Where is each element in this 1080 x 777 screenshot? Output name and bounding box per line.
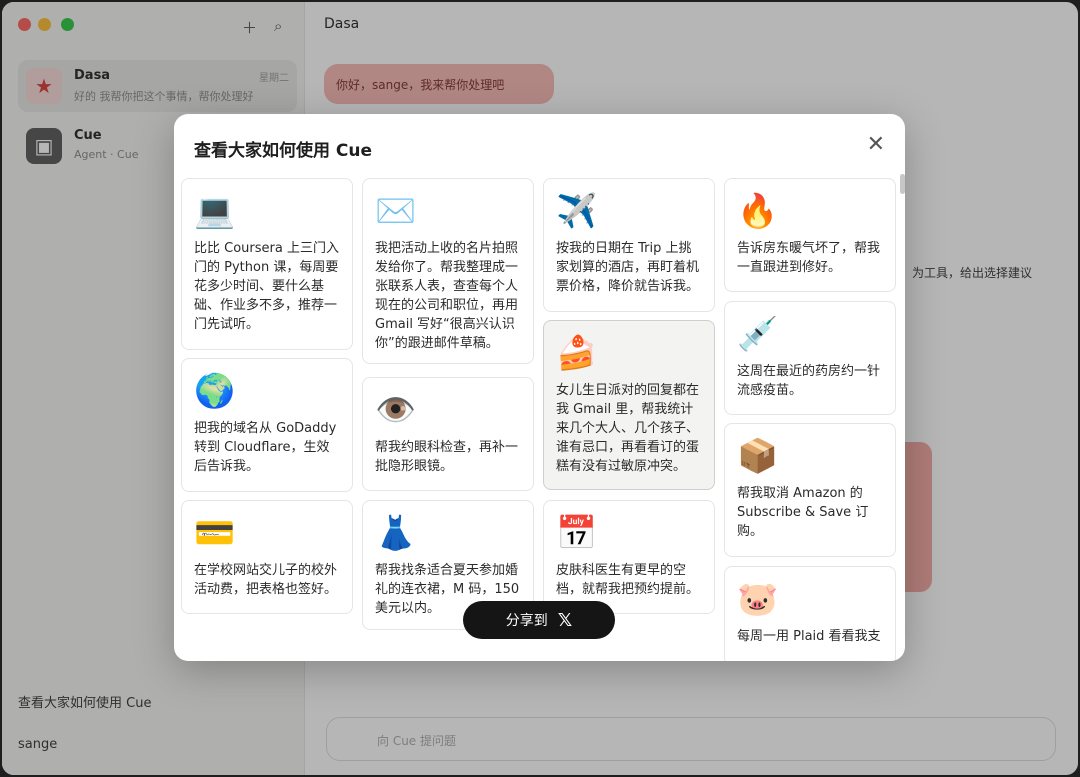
use-case-text: 这周在最近的药房约一针流感疫苗。 <box>737 364 881 398</box>
radiator-icon: 🔥 <box>737 191 779 230</box>
scrollbar[interactable] <box>900 174 905 194</box>
use-case-text: 女儿生日派对的回复都在我 Gmail 里，帮我统计来几个大人、几个孩子、谁有忌口… <box>556 383 700 474</box>
x-logo-icon: 𝕏 <box>557 609 573 631</box>
use-case-text: 帮我取消 Amazon 的 Subscribe & Save 订购。 <box>737 486 869 539</box>
use-case-card[interactable]: 🔥 告诉房东暖气坏了，帮我一直跟进到修好。 <box>724 178 896 292</box>
cake-icon: 🍰 <box>556 333 598 372</box>
use-case-card[interactable]: 👁️ 帮我约眼科检查，再补一批隐形眼镜。 <box>362 377 534 491</box>
use-case-text: 每周一用 Plaid 看看我支 <box>737 629 881 644</box>
share-label: 分享到 <box>505 613 548 629</box>
use-case-text: 比比 Coursera 上三门入门的 Python 课，每周要花多少时间、要什么… <box>194 241 339 332</box>
credit-card-icon: 💳 <box>194 513 236 552</box>
use-case-card[interactable]: 📅 皮肤科医生有更早的空档，就帮我把预约提前。 <box>543 500 715 614</box>
use-case-grid: 💻 比比 Coursera 上三门入门的 Python 课，每周要花多少时间、要什… <box>181 178 897 661</box>
airplane-icon: ✈️ <box>556 191 598 230</box>
use-case-card[interactable]: 💳 在学校网站交儿子的校外活动费，把表格也签好。 <box>181 500 353 614</box>
use-case-text: 把我的域名从 GoDaddy 转到 Cloudflare，生效后告诉我。 <box>194 421 337 474</box>
calendar-icon: 📅 <box>556 513 598 552</box>
use-cases-modal: 查看大家如何使用 Cue ✕ 💻 比比 Coursera 上三门入门的 Pytho… <box>174 114 905 661</box>
syringe-icon: 💉 <box>737 314 779 353</box>
use-case-card[interactable]: ✉️ 我把活动上收的名片拍照发给你了。帮我整理成一张联系人表，查查每个人现在的公司… <box>362 178 534 364</box>
use-case-text: 在学校网站交儿子的校外活动费，把表格也签好。 <box>194 563 338 597</box>
envelope-icon: ✉️ <box>375 191 417 230</box>
use-case-text: 皮肤科医生有更早的空档，就帮我把预约提前。 <box>556 563 700 597</box>
package-icon: 📦 <box>737 436 779 475</box>
use-case-card[interactable]: 💻 比比 Coursera 上三门入门的 Python 课，每周要花多少时间、要什… <box>181 178 353 350</box>
laptop-icon: 💻 <box>194 191 236 230</box>
use-case-card[interactable]: ✈️ 按我的日期在 Trip 上挑家划算的酒店，再盯着机票价格，降价就告诉我。 <box>543 178 715 312</box>
use-case-card[interactable]: 🐷 每周一用 Plaid 看看我支 <box>724 566 896 661</box>
dress-icon: 👗 <box>375 513 417 552</box>
use-case-card[interactable]: 💉 这周在最近的药房约一针流感疫苗。 <box>724 301 896 415</box>
close-icon[interactable]: ✕ <box>867 134 885 156</box>
modal-title: 查看大家如何使用 Cue <box>194 141 373 161</box>
use-case-text: 我把活动上收的名片拍照发给你了。帮我整理成一张联系人表，查查每个人现在的公司和职… <box>375 241 519 351</box>
eye-icon: 👁️ <box>375 390 417 429</box>
use-case-text: 告诉房东暖气坏了，帮我一直跟进到修好。 <box>737 241 881 275</box>
use-case-text: 按我的日期在 Trip 上挑家划算的酒店，再盯着机票价格，降价就告诉我。 <box>556 241 700 294</box>
use-case-card[interactable]: 🌍 把我的域名从 GoDaddy 转到 Cloudflare，生效后告诉我。 <box>181 358 353 492</box>
share-to-x-button[interactable]: 分享到 𝕏 <box>463 601 615 639</box>
globe-icon: 🌍 <box>194 371 236 410</box>
use-case-card[interactable]: 📦 帮我取消 Amazon 的 Subscribe & Save 订购。 <box>724 423 896 557</box>
piggy-bank-icon: 🐷 <box>737 579 779 618</box>
use-case-text: 帮我约眼科检查，再补一批隐形眼镜。 <box>375 440 519 474</box>
use-case-card[interactable]: 🍰 女儿生日派对的回复都在我 Gmail 里，帮我统计来几个大人、几个孩子、谁有忌… <box>543 320 715 490</box>
